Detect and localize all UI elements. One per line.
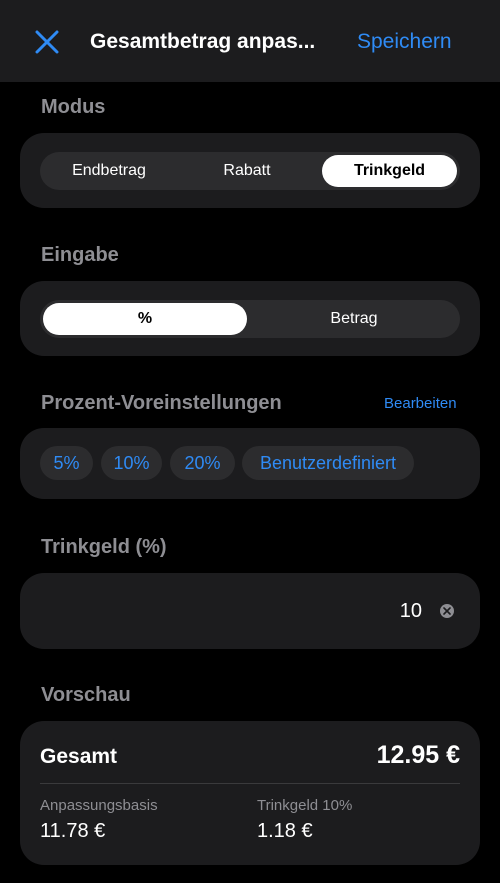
mode-option-endbetrag[interactable]: Endbetrag xyxy=(43,155,175,187)
base-value: 11.78 € xyxy=(40,820,106,842)
tip-amount-value: 1.18 € xyxy=(257,820,313,842)
tip-amount-label: Trinkgeld 10% xyxy=(257,797,353,814)
tip-section-label: Trinkgeld (%) xyxy=(41,536,167,558)
presets-card: 5% 10% 20% Benutzerdefiniert xyxy=(20,428,480,499)
input-segmented-control: % Betrag xyxy=(40,300,460,338)
preset-chip-custom[interactable]: Benutzerdefiniert xyxy=(242,446,414,480)
clear-icon xyxy=(443,607,451,615)
total-value: 12.95 € xyxy=(376,741,460,769)
mode-card: Endbetrag Rabatt Trinkgeld xyxy=(20,133,480,208)
input-option-amount[interactable]: Betrag xyxy=(251,303,457,335)
edit-presets-button[interactable]: Bearbeiten xyxy=(384,395,457,412)
navigation-bar: Gesamtbetrag anpas... Speichern xyxy=(0,0,500,82)
preset-chip-20[interactable]: 20% xyxy=(170,446,235,480)
mode-option-trinkgeld[interactable]: Trinkgeld xyxy=(322,155,457,187)
input-option-percent[interactable]: % xyxy=(43,303,247,335)
page-title: Gesamtbetrag anpas... xyxy=(90,30,316,53)
preset-chip-5[interactable]: 5% xyxy=(40,446,93,480)
close-button[interactable] xyxy=(32,27,62,57)
clear-input-button[interactable] xyxy=(440,604,454,618)
input-section-label: Eingabe xyxy=(41,244,119,266)
preview-section-label: Vorschau xyxy=(41,684,131,706)
save-button[interactable]: Speichern xyxy=(357,30,452,54)
tip-input-card[interactable]: 10 xyxy=(20,573,480,649)
preview-card: Gesamt 12.95 € Anpassungsbasis 11.78 € T… xyxy=(20,721,480,865)
base-label: Anpassungsbasis xyxy=(40,797,158,814)
total-label: Gesamt xyxy=(40,745,118,768)
divider xyxy=(40,783,460,784)
preset-chip-10[interactable]: 10% xyxy=(101,446,162,480)
mode-segmented-control: Endbetrag Rabatt Trinkgeld xyxy=(40,152,460,190)
presets-section-label: Prozent-Voreinstellungen xyxy=(41,392,282,414)
mode-section-label: Modus xyxy=(41,96,106,118)
tip-percent-input[interactable]: 10 xyxy=(400,600,422,623)
close-icon xyxy=(35,30,59,54)
adjust-total-screen: Gesamtbetrag anpas... Speichern Modus En… xyxy=(0,0,500,883)
input-card: % Betrag xyxy=(20,281,480,356)
mode-option-rabatt[interactable]: Rabatt xyxy=(181,155,313,187)
